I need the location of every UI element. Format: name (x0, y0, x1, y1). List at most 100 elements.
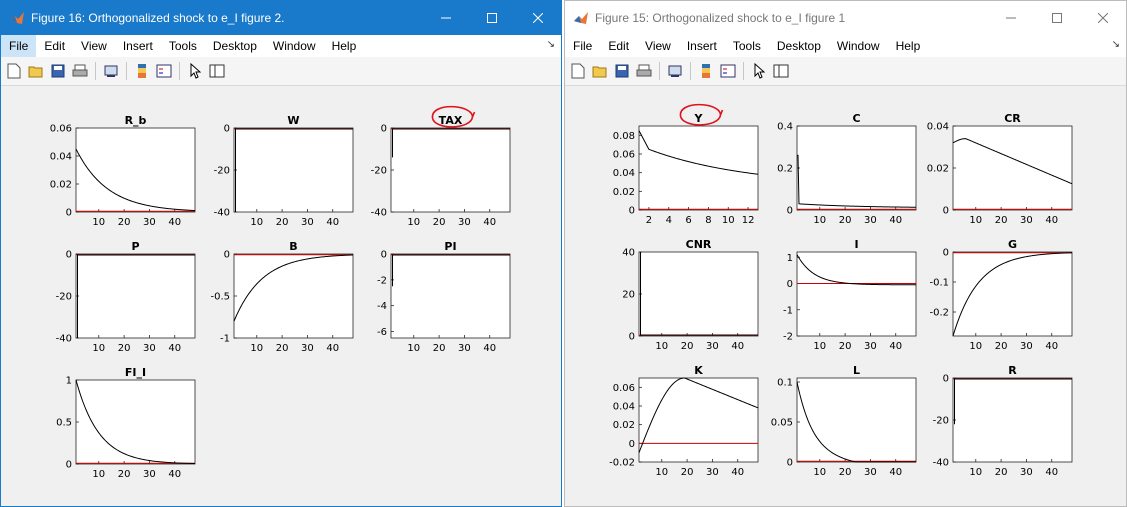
menu-window[interactable]: Window (265, 35, 324, 57)
close-icon (533, 13, 543, 23)
menu-window[interactable]: Window (829, 35, 888, 57)
y-tick-label: 0 (629, 332, 635, 343)
maximize-button[interactable] (1034, 1, 1080, 35)
subplot-title: B (289, 240, 297, 253)
link-icon[interactable] (102, 62, 120, 80)
x-tick-label: 10 (969, 215, 982, 226)
insert-legend-icon[interactable] (719, 62, 737, 80)
pointer-icon[interactable] (186, 62, 204, 80)
axes-box (233, 127, 354, 213)
y-tick-label: 0.4 (777, 122, 793, 133)
y-tick-label: -20 (371, 166, 387, 177)
y-tick-label: 0.06 (50, 124, 72, 135)
property-inspector-icon[interactable] (772, 62, 790, 80)
x-tick-label: 40 (889, 215, 902, 226)
menu-desktop[interactable]: Desktop (769, 35, 829, 57)
new-figure-icon[interactable] (5, 62, 23, 80)
subplot-w: W 10 20 30 40 -40 -20 0 (214, 114, 354, 228)
link-icon[interactable] (666, 62, 684, 80)
x-tick-label: 40 (731, 467, 744, 478)
menu-file[interactable]: File (1, 35, 37, 57)
y-tick-label: 0 (224, 250, 230, 261)
menu-file[interactable]: File (565, 35, 600, 57)
insert-colorbar-icon[interactable] (697, 62, 715, 80)
close-button[interactable] (515, 1, 561, 35)
y-tick-label: 0.08 (613, 131, 635, 142)
y-tick-label: -40 (933, 458, 949, 469)
axes-box (75, 379, 196, 465)
maximize-icon (487, 13, 497, 23)
x-tick-label: 40 (731, 341, 744, 352)
y-tick-label: 0 (787, 458, 793, 469)
maximize-button[interactable] (469, 1, 515, 35)
minimize-button[interactable] (423, 1, 469, 35)
close-button[interactable] (1080, 1, 1126, 35)
subplot-l: L 10 20 30 40 0 0.05 0.1 (771, 364, 917, 478)
title-bar[interactable]: Figure 15: Orthogonalized shock to e_I f… (565, 1, 1126, 35)
y-tick-label: 0.05 (771, 418, 793, 429)
y-tick-label: 0.04 (50, 152, 72, 163)
menu-tools[interactable]: Tools (161, 35, 205, 57)
menu-expand-icon[interactable]: ↘ (1112, 39, 1120, 50)
x-tick-label: 30 (301, 343, 314, 354)
y-tick-label: 40 (622, 248, 635, 259)
x-tick-label: 30 (143, 469, 156, 480)
y-tick-label: 0.04 (613, 402, 635, 413)
x-tick-label: 10 (813, 341, 826, 352)
x-tick-label: 20 (118, 469, 131, 480)
menu-edit[interactable]: Edit (600, 35, 637, 57)
menu-insert[interactable]: Insert (679, 35, 725, 57)
toolbar-separator (659, 62, 660, 80)
x-tick-label: 40 (483, 217, 496, 228)
open-icon[interactable] (27, 62, 45, 80)
print-icon[interactable] (635, 62, 653, 80)
figure-window-16[interactable]: Figure 16: Orthogonalized shock to e_I f… (0, 0, 562, 507)
save-icon[interactable] (49, 62, 67, 80)
menu-insert[interactable]: Insert (115, 35, 161, 57)
axes-box (952, 125, 1073, 211)
minimize-button[interactable] (988, 1, 1034, 35)
pointer-icon[interactable] (750, 62, 768, 80)
x-tick-label: 30 (864, 341, 877, 352)
x-tick-label: 10 (250, 217, 263, 228)
y-tick-label: 0 (381, 124, 387, 135)
y-tick-label: -20 (933, 416, 949, 427)
matlab-icon (574, 12, 588, 24)
x-tick-label: 6 (685, 215, 691, 226)
x-tick-label: 4 (666, 215, 672, 226)
menu-help[interactable]: Help (324, 35, 365, 57)
figure-toolbar (1, 57, 561, 86)
new-figure-icon[interactable] (569, 62, 587, 80)
axes-box (796, 251, 917, 337)
title-bar[interactable]: Figure 16: Orthogonalized shock to e_I f… (1, 1, 561, 35)
menu-tools[interactable]: Tools (725, 35, 769, 57)
menu-help[interactable]: Help (888, 35, 929, 57)
print-icon[interactable] (71, 62, 89, 80)
menu-desktop[interactable]: Desktop (205, 35, 265, 57)
y-tick-label: 0 (629, 206, 635, 217)
x-tick-label: 10 (813, 215, 826, 226)
insert-colorbar-icon[interactable] (133, 62, 151, 80)
figure-canvas[interactable]: R_b10 20 30 4000.020.040.06W10 20 30 40-40-200… (1, 86, 561, 507)
x-tick-label: 20 (839, 467, 852, 478)
menu-view[interactable]: View (73, 35, 115, 57)
figure-canvas[interactable]: Y2 4 6 8 10 1200.020.040.060.08C10 20 30 4000.20… (565, 86, 1126, 507)
menu-edit[interactable]: Edit (36, 35, 73, 57)
figure-window-15[interactable]: Figure 15: Orthogonalized shock to e_I f… (564, 0, 1127, 507)
subplot-fi-i: FI_I 10 20 30 40 0 0.5 1 (56, 366, 196, 480)
save-icon[interactable] (613, 62, 631, 80)
open-icon[interactable] (591, 62, 609, 80)
x-tick-label: 20 (118, 343, 131, 354)
y-tick-label: 1 (66, 376, 72, 387)
figure-toolbar (565, 57, 1126, 86)
menu-view[interactable]: View (637, 35, 679, 57)
subplot-r: R 10 20 30 40 -40 -20 0 (933, 364, 1073, 478)
property-inspector-icon[interactable] (208, 62, 226, 80)
menu-bar: File Edit View Insert Tools Desktop Wind… (1, 35, 561, 57)
x-tick-label: 8 (705, 215, 711, 226)
x-tick-label: 40 (168, 217, 181, 228)
menu-expand-icon[interactable]: ↘ (547, 39, 555, 50)
insert-legend-icon[interactable] (155, 62, 173, 80)
y-tick-label: 0.02 (927, 164, 949, 175)
x-tick-label: 10 (407, 343, 420, 354)
